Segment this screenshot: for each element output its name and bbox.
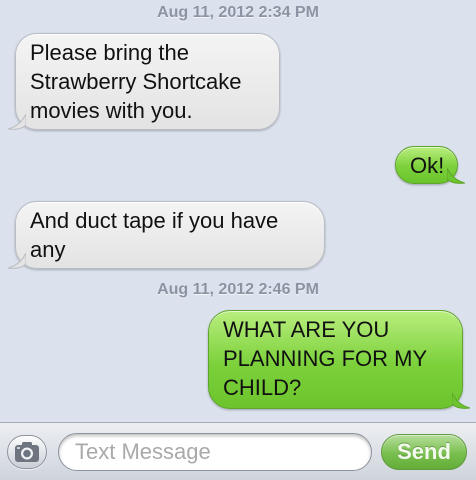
message-line: PLANNING FOR MY [223, 346, 428, 371]
bubble-tail-icon [452, 393, 470, 409]
text-message-input[interactable] [58, 433, 372, 471]
bubble-tail-icon [8, 114, 26, 130]
incoming-message-bubble[interactable]: Please bring the Strawberry Shortcake mo… [8, 33, 280, 130]
outgoing-message-bubble[interactable]: WHAT ARE YOU PLANNING FOR MY CHILD? [208, 310, 470, 409]
camera-button[interactable] [7, 435, 47, 469]
incoming-message-bubble[interactable]: And duct tape if you have any [8, 201, 325, 269]
timestamp: Aug 11, 2012 2:46 PM [157, 281, 319, 298]
message-line: And duct tape if you have [30, 208, 279, 233]
message-composer: Send [0, 422, 476, 480]
message-line: CHILD? [223, 375, 302, 400]
bubble-tail-icon [447, 168, 465, 184]
timestamp: Aug 11, 2012 2:34 PM [157, 4, 319, 21]
message-line: any [30, 237, 66, 262]
message-line: Strawberry Shortcake [30, 69, 242, 94]
send-button[interactable]: Send [381, 434, 467, 470]
message-line: Ok! [410, 153, 445, 178]
message-line: WHAT ARE YOU [223, 317, 390, 342]
message-line: Please bring the [30, 40, 189, 65]
outgoing-message-bubble[interactable]: Ok! [395, 146, 465, 184]
camera-icon [15, 442, 39, 462]
bubble-tail-icon [8, 253, 26, 269]
message-line: movies with you. [30, 98, 193, 123]
message-thread[interactable]: Aug 11, 2012 2:34 PM Please bring the St… [0, 0, 476, 422]
